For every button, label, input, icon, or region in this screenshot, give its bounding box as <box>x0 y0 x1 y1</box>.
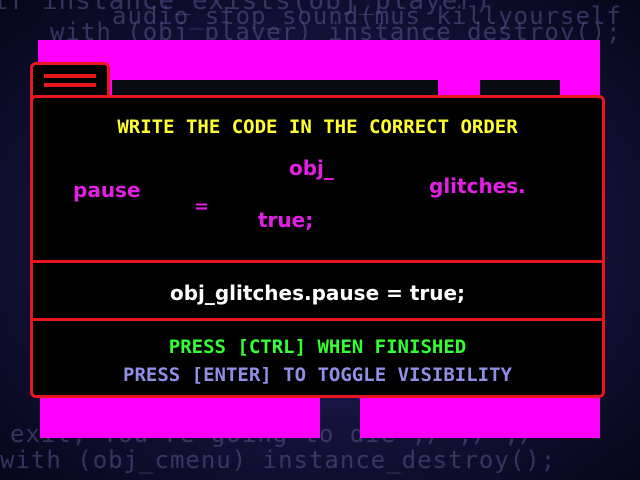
code-token-glitches[interactable]: glitches. <box>429 174 526 198</box>
toggle-visibility-hint: PRESS [ENTER] TO TOGGLE VISIBILITY <box>123 364 512 386</box>
code-token-obj[interactable]: obj_ <box>289 156 334 180</box>
code-token-pause[interactable]: pause <box>73 178 141 202</box>
background-code-line: with (obj_cmenu) instance_destroy(); <box>0 446 557 474</box>
code-token-true[interactable]: true; <box>258 208 313 232</box>
magenta-panel-bottom-right <box>360 398 600 438</box>
tab-line-icon <box>44 83 96 87</box>
code-token-equals[interactable]: = <box>194 196 209 217</box>
divider-top <box>33 260 602 263</box>
puzzle-title: WRITE THE CODE IN THE CORRECT ORDER <box>117 116 518 138</box>
game-screen: if instance_exists(obj_player) audio_sto… <box>0 0 640 480</box>
assembled-code-line: obj_glitches.pause = true; <box>169 281 466 305</box>
finish-hint: PRESS [CTRL] WHEN FINISHED <box>168 336 467 358</box>
divider-bottom <box>33 318 602 321</box>
magenta-panel-bottom-left <box>40 398 320 438</box>
code-puzzle-window: WRITE THE CODE IN THE CORRECT ORDER obj_… <box>30 95 605 398</box>
tab-line-icon <box>44 74 96 78</box>
